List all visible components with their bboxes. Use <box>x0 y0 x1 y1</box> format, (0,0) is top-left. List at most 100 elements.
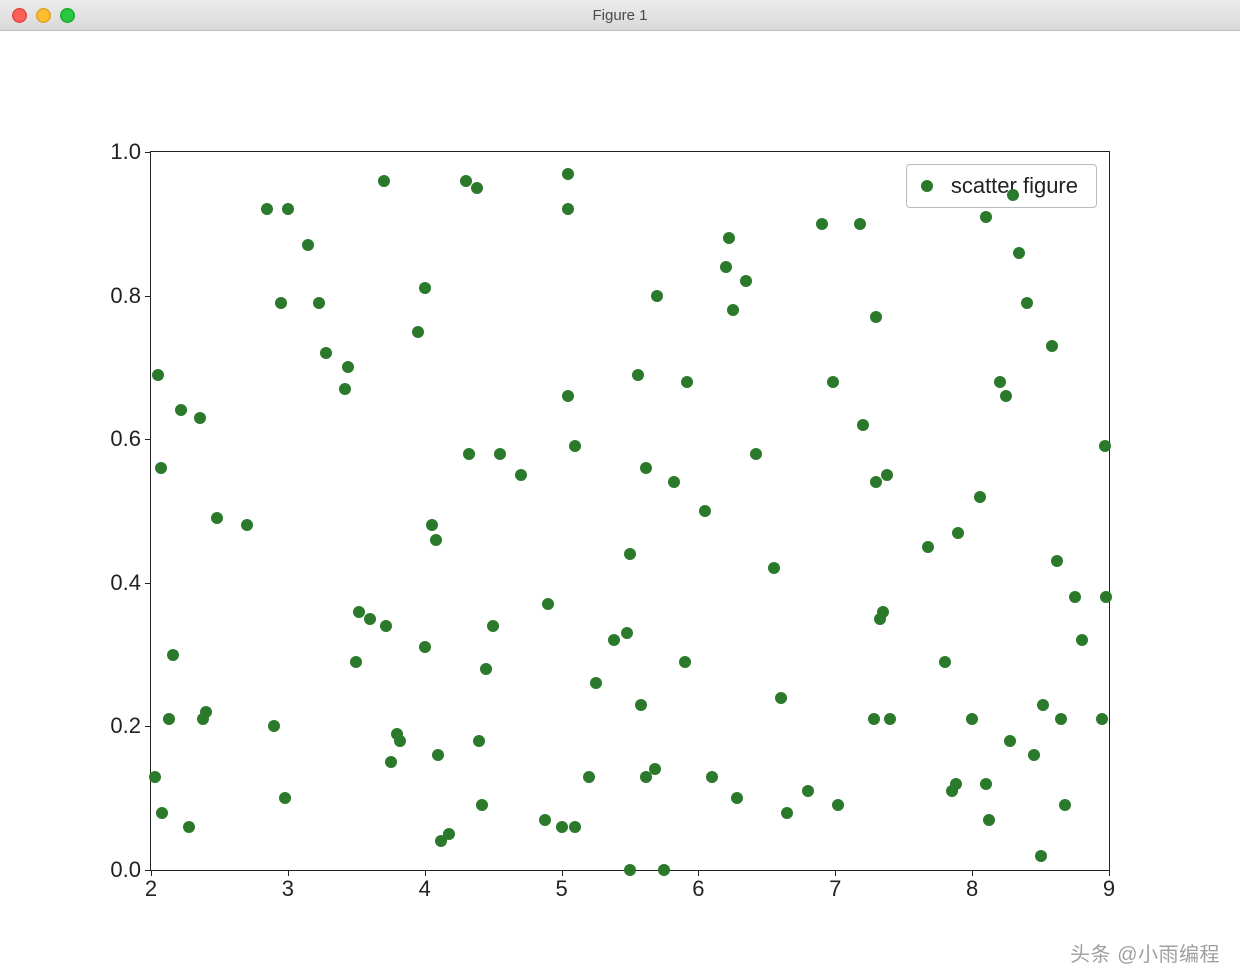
scatter-point <box>870 476 882 488</box>
scatter-point <box>802 785 814 797</box>
scatter-point <box>364 613 376 625</box>
scatter-point <box>460 175 472 187</box>
scatter-point <box>624 864 636 876</box>
xtick-label: 7 <box>829 876 841 902</box>
scatter-point <box>419 282 431 294</box>
window-title: Figure 1 <box>0 7 1240 24</box>
scatter-point <box>241 519 253 531</box>
scatter-point <box>353 606 365 618</box>
figure-window: Figure 1 scatter figure 0.00.20.40.60.81… <box>0 0 1240 978</box>
scatter-point <box>952 527 964 539</box>
scatter-point <box>1028 749 1040 761</box>
xtick-label: 5 <box>555 876 567 902</box>
scatter-point <box>1004 735 1016 747</box>
scatter-point <box>339 383 351 395</box>
scatter-point <box>471 182 483 194</box>
scatter-point <box>608 634 620 646</box>
scatter-point <box>740 275 752 287</box>
scatter-point <box>1099 440 1111 452</box>
scatter-point <box>268 720 280 732</box>
scatter-point <box>706 771 718 783</box>
xtick-label: 2 <box>145 876 157 902</box>
ytick-label: 0.0 <box>110 857 141 883</box>
scatter-point <box>569 821 581 833</box>
scatter-point <box>950 778 962 790</box>
scatter-point <box>1037 699 1049 711</box>
scatter-point <box>781 807 793 819</box>
ytick-label: 0.2 <box>110 713 141 739</box>
scatter-point <box>668 476 680 488</box>
ytick-label: 0.8 <box>110 283 141 309</box>
scatter-point <box>1021 297 1033 309</box>
scatter-point <box>649 763 661 775</box>
scatter-point <box>342 361 354 373</box>
legend-marker-icon <box>921 180 933 192</box>
scatter-point <box>302 239 314 251</box>
scatter-point <box>832 799 844 811</box>
scatter-point <box>156 807 168 819</box>
xtick-label: 9 <box>1103 876 1115 902</box>
scatter-point <box>275 297 287 309</box>
scatter-point <box>854 218 866 230</box>
scatter-point <box>1035 850 1047 862</box>
scatter-point <box>556 821 568 833</box>
scatter-point <box>768 562 780 574</box>
scatter-point <box>163 713 175 725</box>
scatter-point <box>974 491 986 503</box>
scatter-point <box>731 792 743 804</box>
scatter-point <box>877 606 889 618</box>
scatter-point <box>211 512 223 524</box>
ytick-label: 0.6 <box>110 426 141 452</box>
scatter-point <box>651 290 663 302</box>
scatter-point <box>640 462 652 474</box>
scatter-point <box>149 771 161 783</box>
scatter-point <box>681 376 693 388</box>
scatter-point <box>494 448 506 460</box>
scatter-point <box>727 304 739 316</box>
scatter-point <box>261 203 273 215</box>
scatter-point <box>679 656 691 668</box>
scatter-point <box>1007 189 1019 201</box>
scatter-point <box>868 713 880 725</box>
scatter-point <box>1046 340 1058 352</box>
scatter-point <box>378 175 390 187</box>
scatter-point <box>720 261 732 273</box>
scatter-point <box>562 203 574 215</box>
scatter-point <box>350 656 362 668</box>
scatter-point <box>443 828 455 840</box>
titlebar[interactable]: Figure 1 <box>0 0 1240 31</box>
scatter-point <box>750 448 762 460</box>
xtick-label: 6 <box>692 876 704 902</box>
scatter-point <box>870 311 882 323</box>
scatter-point <box>152 369 164 381</box>
scatter-point <box>419 641 431 653</box>
legend: scatter figure <box>906 164 1097 208</box>
scatter-point <box>515 469 527 481</box>
scatter-point <box>966 713 978 725</box>
scatter-point <box>539 814 551 826</box>
scatter-point <box>857 419 869 431</box>
scatter-point <box>1076 634 1088 646</box>
scatter-point <box>658 864 670 876</box>
scatter-point <box>723 232 735 244</box>
scatter-point <box>775 692 787 704</box>
scatter-point <box>385 756 397 768</box>
scatter-point <box>476 799 488 811</box>
scatter-point <box>167 649 179 661</box>
scatter-point <box>922 541 934 553</box>
scatter-point <box>432 749 444 761</box>
scatter-point <box>487 620 499 632</box>
watermark-text: 头条 @小雨编程 <box>1070 938 1220 967</box>
scatter-point <box>380 620 392 632</box>
scatter-point <box>194 412 206 424</box>
scatter-point <box>1013 247 1025 259</box>
scatter-point <box>621 627 633 639</box>
scatter-point <box>542 598 554 610</box>
scatter-point <box>583 771 595 783</box>
scatter-point <box>980 778 992 790</box>
scatter-point <box>884 713 896 725</box>
scatter-point <box>562 168 574 180</box>
scatter-point <box>463 448 475 460</box>
scatter-point <box>1051 555 1063 567</box>
scatter-point <box>426 519 438 531</box>
